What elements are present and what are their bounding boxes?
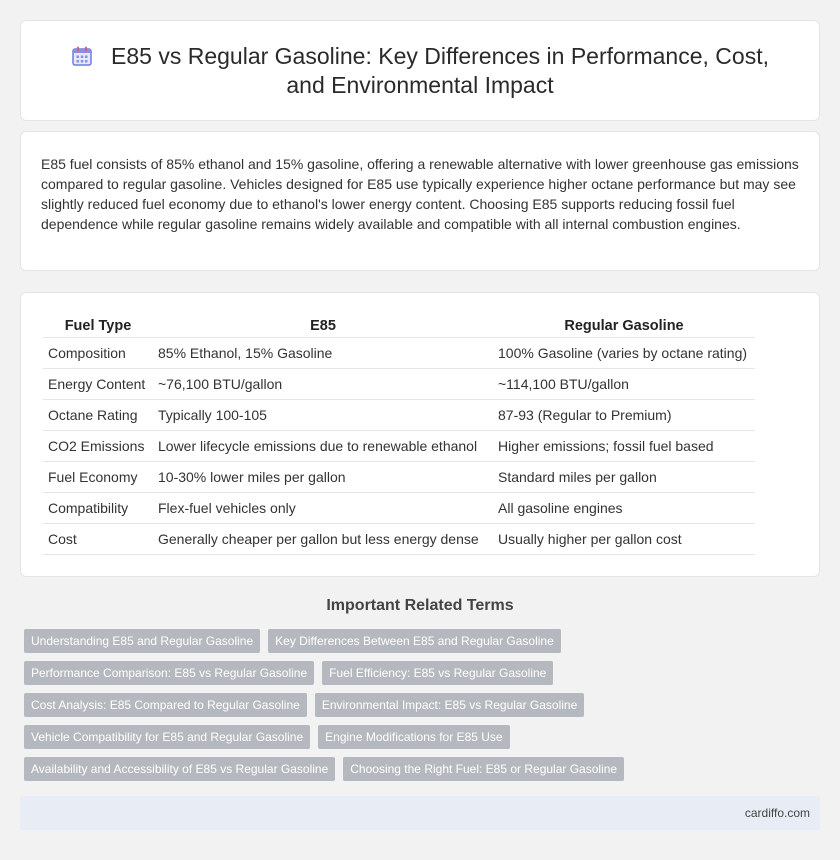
row-label: Cost	[43, 523, 153, 555]
footer-site-name[interactable]: cardiffo.com	[745, 806, 810, 820]
comparison-card: Fuel Type E85 Regular Gasoline Compositi…	[20, 292, 820, 577]
tag-row: Availability and Accessibility of E85 vs…	[24, 757, 814, 781]
related-term-tag[interactable]: Vehicle Compatibility for E85 and Regula…	[24, 725, 311, 749]
table-row: Cost Generally cheaper per gallon but le…	[43, 523, 755, 555]
tag-row: Vehicle Compatibility for E85 and Regula…	[24, 725, 814, 749]
e85-cell: 85% Ethanol, 15% Gasoline	[153, 337, 493, 369]
header-fuel-type: Fuel Type	[43, 315, 153, 338]
gasoline-cell: Usually higher per gallon cost	[493, 523, 755, 555]
related-term-tag[interactable]: Environmental Impact: E85 vs Regular Gas…	[314, 693, 585, 717]
table-row: Compatibility Flex-fuel vehicles only Al…	[43, 492, 755, 524]
related-term-tag[interactable]: Fuel Efficiency: E85 vs Regular Gasoline	[322, 661, 554, 685]
related-term-tag[interactable]: Key Differences Between E85 and Regular …	[268, 629, 561, 653]
e85-cell: Typically 100-105	[153, 399, 493, 431]
table-row: Composition 85% Ethanol, 15% Gasoline 10…	[43, 337, 755, 369]
related-term-tag[interactable]: Performance Comparison: E85 vs Regular G…	[24, 661, 315, 685]
header-e85: E85	[153, 315, 493, 338]
table-row: Fuel Economy 10-30% lower miles per gall…	[43, 461, 755, 493]
page-title-text: E85 vs Regular Gasoline: Key Differences…	[111, 42, 769, 98]
gasoline-cell: Higher emissions; fossil fuel based	[493, 430, 755, 462]
tag-row: Understanding E85 and Regular Gasoline K…	[24, 629, 814, 653]
title-card: E85 vs Regular Gasoline: Key Differences…	[20, 20, 820, 121]
related-term-tag[interactable]: Understanding E85 and Regular Gasoline	[24, 629, 261, 653]
row-label: Octane Rating	[43, 399, 153, 431]
related-term-tag[interactable]: Cost Analysis: E85 Compared to Regular G…	[24, 693, 307, 717]
table-header-row: Fuel Type E85 Regular Gasoline	[43, 315, 755, 338]
row-label: CO2 Emissions	[43, 430, 153, 462]
table-row: Energy Content ~76,100 BTU/gallon ~114,1…	[43, 368, 755, 400]
row-label: Compatibility	[43, 492, 153, 524]
related-term-tag[interactable]: Availability and Accessibility of E85 vs…	[24, 757, 336, 781]
header-regular-gasoline: Regular Gasoline	[493, 315, 755, 338]
page-title: E85 vs Regular Gasoline: Key Differences…	[50, 42, 790, 100]
intro-paragraph: E85 fuel consists of 85% ethanol and 15%…	[41, 156, 799, 232]
gasoline-cell: Standard miles per gallon	[493, 461, 755, 493]
e85-cell: 10-30% lower miles per gallon	[153, 461, 493, 493]
intro-card: E85 fuel consists of 85% ethanol and 15%…	[20, 131, 820, 271]
gasoline-cell: ~114,100 BTU/gallon	[493, 368, 755, 400]
related-term-tag[interactable]: Choosing the Right Fuel: E85 or Regular …	[343, 757, 625, 781]
e85-cell: Generally cheaper per gallon but less en…	[153, 523, 493, 555]
tag-row: Cost Analysis: E85 Compared to Regular G…	[24, 693, 814, 717]
row-label: Energy Content	[43, 368, 153, 400]
row-label: Composition	[43, 337, 153, 369]
row-label: Fuel Economy	[43, 461, 153, 493]
gasoline-cell: 87-93 (Regular to Premium)	[493, 399, 755, 431]
e85-cell: ~76,100 BTU/gallon	[153, 368, 493, 400]
gasoline-cell: 100% Gasoline (varies by octane rating)	[493, 337, 755, 369]
table-row: CO2 Emissions Lower lifecycle emissions …	[43, 430, 755, 462]
gasoline-cell: All gasoline engines	[493, 492, 755, 524]
calendar-icon	[72, 46, 92, 66]
e85-cell: Lower lifecycle emissions due to renewab…	[153, 430, 493, 462]
footer: cardiffo.com	[20, 796, 820, 830]
tag-row: Performance Comparison: E85 vs Regular G…	[24, 661, 814, 685]
related-term-tag[interactable]: Engine Modifications for E85 Use	[318, 725, 510, 749]
table-row: Octane Rating Typically 100-105 87-93 (R…	[43, 399, 755, 431]
comparison-table: Fuel Type E85 Regular Gasoline Compositi…	[43, 315, 755, 555]
e85-cell: Flex-fuel vehicles only	[153, 492, 493, 524]
related-terms-heading: Important Related Terms	[326, 597, 514, 614]
related-terms-list: Understanding E85 and Regular Gasoline K…	[24, 629, 814, 789]
